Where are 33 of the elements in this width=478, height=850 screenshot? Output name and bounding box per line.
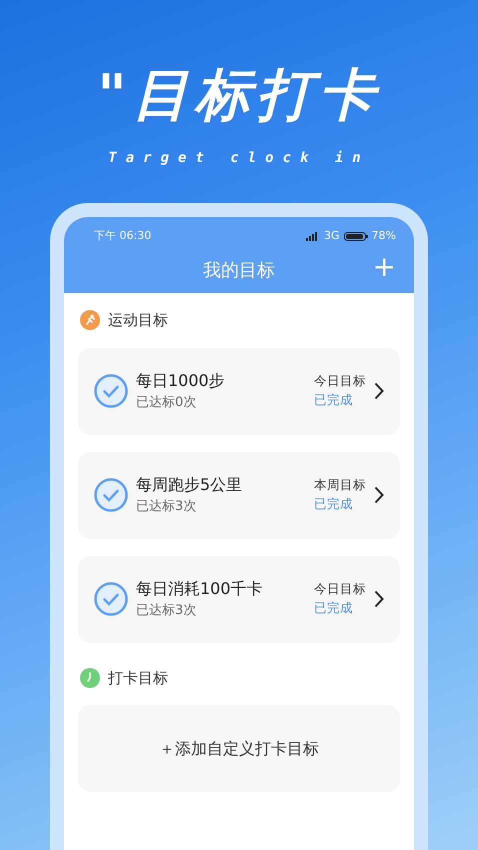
status-time: 下午 06:30 (94, 228, 152, 244)
page-title: 我的目标 (203, 258, 275, 282)
chevron-right-icon (374, 382, 384, 400)
goal-name: 每周跑步5公里 (136, 474, 242, 496)
clock-icon (80, 668, 100, 688)
battery-icon (344, 232, 368, 240)
goal-status: 已完成 (314, 495, 354, 513)
add-goal-button[interactable]: ＋添加自定义打卡目标 (78, 705, 400, 792)
achieved-count: 已达标3次 (136, 602, 198, 620)
goal-status: 已完成 (314, 391, 354, 409)
check-icon (94, 478, 128, 512)
goal-period: 今日目标 (314, 580, 366, 598)
goal-period: 今日目标 (314, 372, 366, 390)
network-label: 3G (324, 228, 340, 244)
runner-icon (80, 310, 100, 330)
section-title: 打卡目标 (108, 668, 168, 688)
achieved-count: 已达标0次 (136, 394, 198, 412)
goal-name: 每日1000步 (136, 370, 225, 392)
chevron-right-icon (374, 486, 384, 504)
goal-period: 本周目标 (314, 476, 366, 494)
headline: "目标打卡 (96, 62, 382, 124)
section-title: 运动目标 (108, 310, 168, 331)
achieved-count: 已达标3次 (136, 498, 198, 516)
check-icon (94, 582, 128, 616)
chevron-right-icon (374, 590, 384, 608)
goal-card[interactable]: 每周跑步5公里 已达标3次 本周目标 已完成 (78, 452, 400, 538)
goal-name: 每日消耗100千卡 (136, 578, 263, 600)
goal-card[interactable]: 每日1000步 已达标0次 今日目标 已完成 (78, 348, 400, 434)
subtitle: Target clock in (107, 149, 371, 168)
goal-status: 已完成 (314, 599, 354, 617)
goal-card[interactable]: 每日消耗100千卡 已达标3次 今日目标 已完成 (78, 556, 400, 642)
battery-level: 78% (372, 228, 396, 244)
check-icon (94, 374, 128, 408)
